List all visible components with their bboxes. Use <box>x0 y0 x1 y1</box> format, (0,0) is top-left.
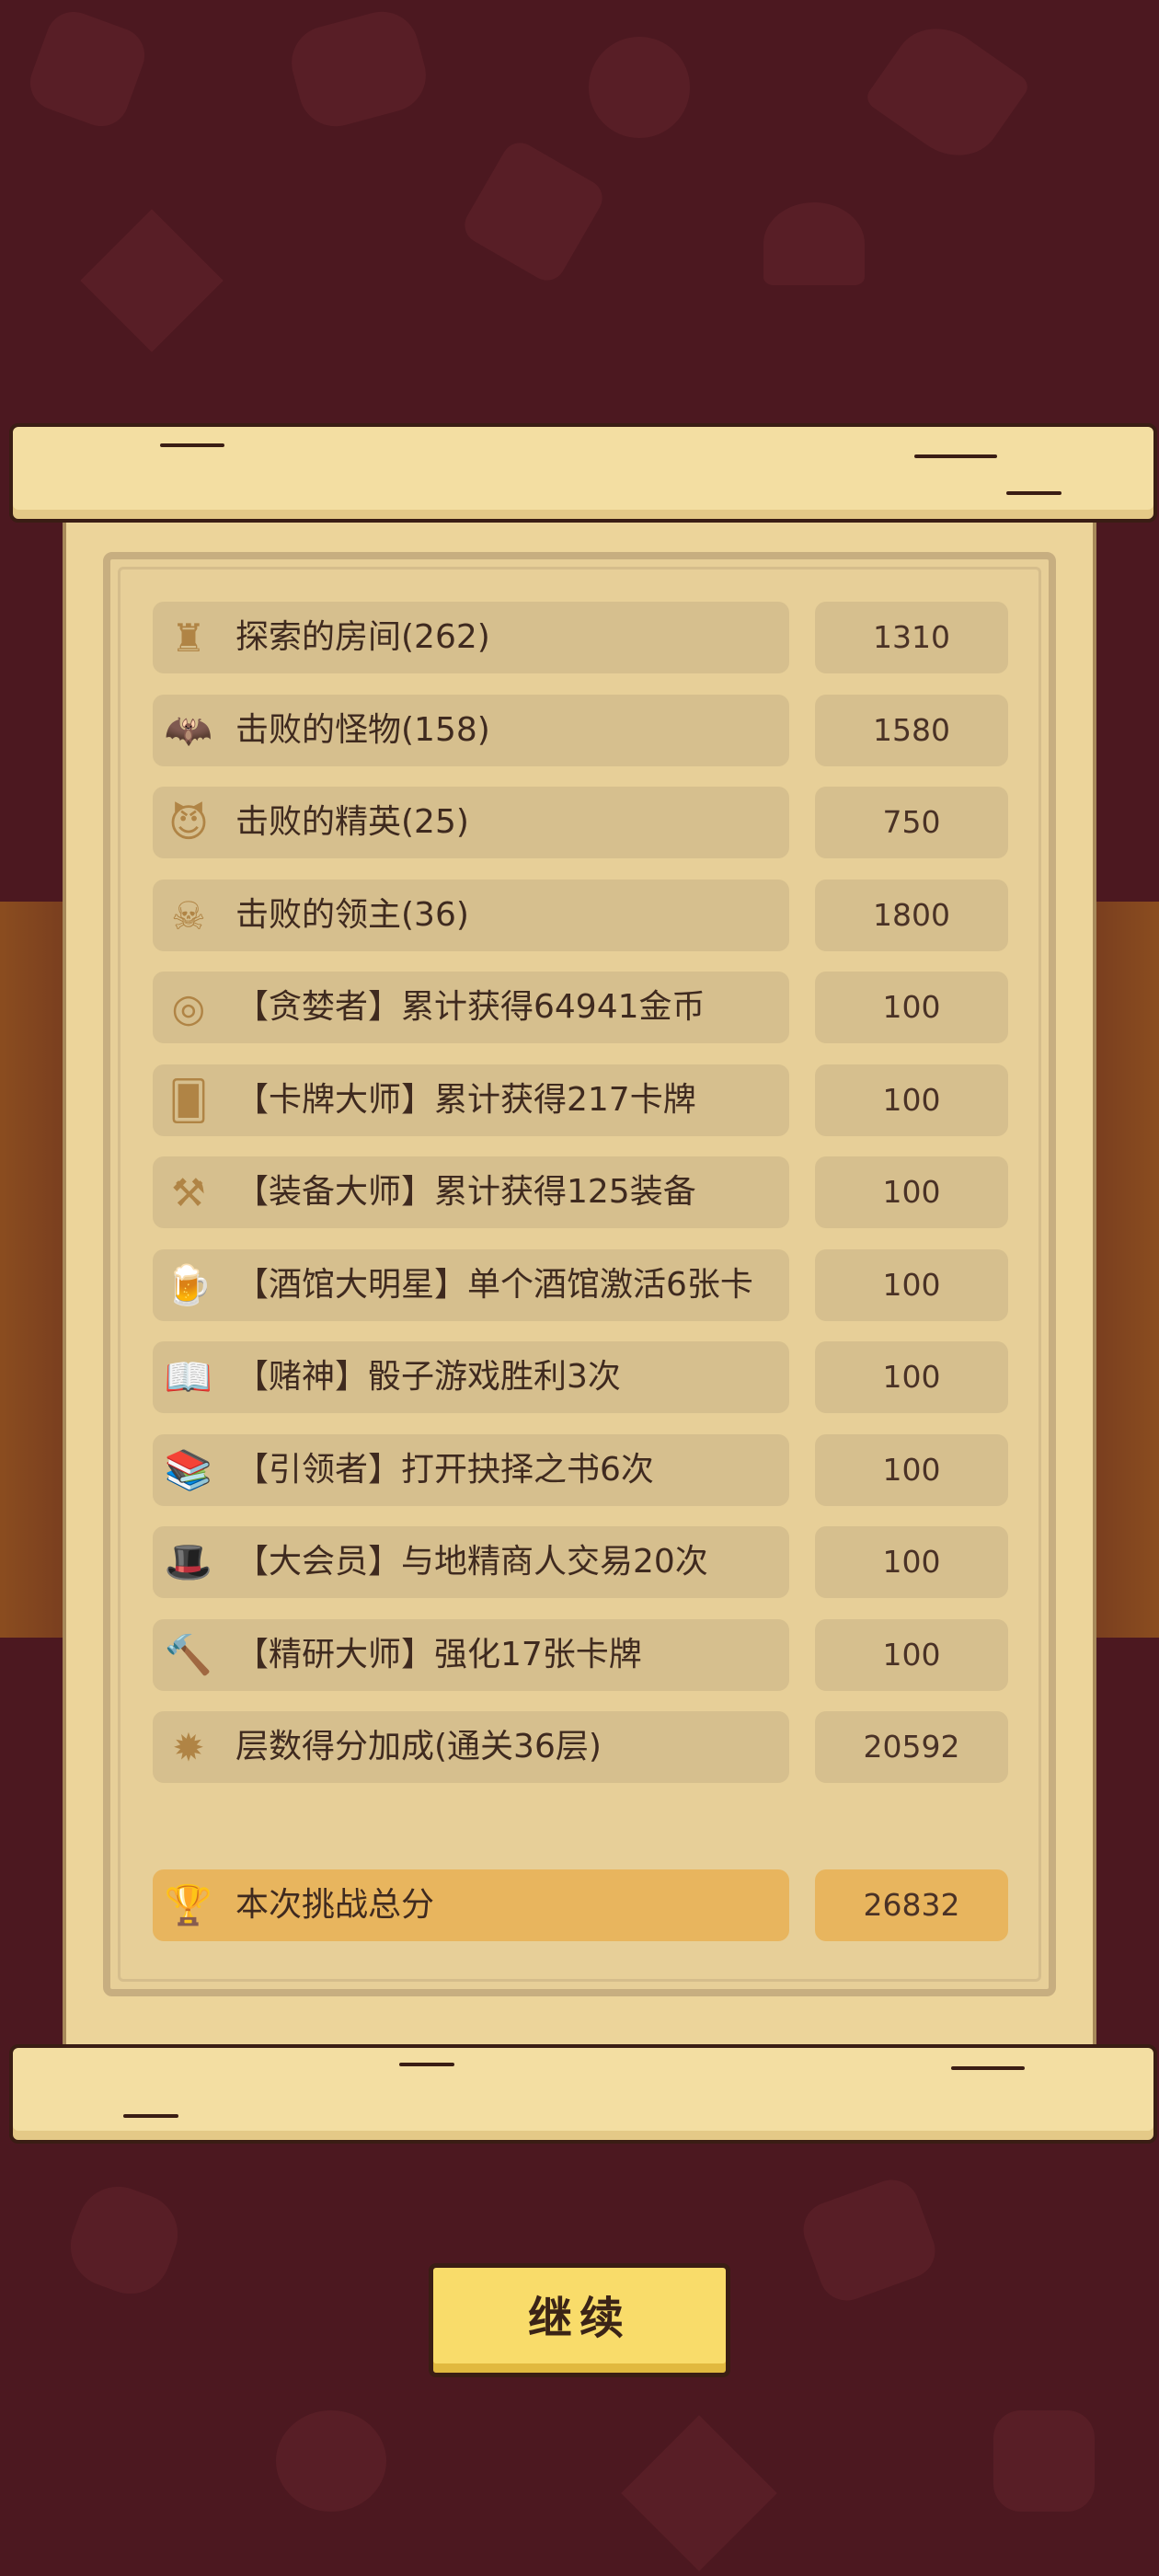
score-row-label: 【酒馆大明星】单个酒馆激活6张卡 <box>235 1266 753 1304</box>
gold-coins-icon: ◎ <box>171 984 206 1030</box>
background-shape <box>458 136 609 287</box>
score-row: ☠ 击败的领主(36) 1800 <box>153 880 1008 951</box>
score-row-label: 【赌神】骰子游戏胜利3次 <box>235 1358 621 1396</box>
floor-badge-icon: ✹ <box>172 1724 205 1770</box>
score-row-value: 100 <box>815 1619 1008 1691</box>
score-row: 🔨 【精研大师】强化17张卡牌 100 <box>153 1619 1008 1691</box>
score-row-value: 1800 <box>815 880 1008 951</box>
beer-mug-icon: 🍺 <box>164 1262 213 1307</box>
score-row-value: 1310 <box>815 602 1008 673</box>
score-row-label: 【贪婪者】累计获得64941金币 <box>235 988 706 1026</box>
score-row-value: 750 <box>815 787 1008 858</box>
background-shape <box>796 2172 943 2308</box>
elite-demon-icon: 😈 <box>168 799 209 845</box>
score-row-value: 20592 <box>815 1711 1008 1783</box>
score-row-value: 100 <box>815 1526 1008 1598</box>
score-row-label: 【精研大师】强化17张卡牌 <box>235 1636 642 1673</box>
score-row: 🎩 【大会员】与地精商人交易20次 100 <box>153 1526 1008 1598</box>
score-row-value: 100 <box>815 1341 1008 1413</box>
score-row-label: 【卡牌大师】累计获得217卡牌 <box>235 1081 696 1119</box>
background-shape <box>276 2410 386 2512</box>
score-row-value: 100 <box>815 1249 1008 1321</box>
scroll-bottom-roll <box>9 2044 1157 2144</box>
score-row-label: 层数得分加成(通关36层) <box>235 1728 602 1765</box>
bat-icon: 🦇 <box>164 707 213 753</box>
continue-button[interactable]: 继续 <box>429 2263 730 2377</box>
background-shape <box>22 4 153 134</box>
score-row: 🂠 【卡牌大师】累计获得217卡牌 100 <box>153 1064 1008 1136</box>
background-shape <box>283 3 434 135</box>
score-row: ♜ 探索的房间(262) 1310 <box>153 602 1008 673</box>
score-row: 📖 【赌神】骰子游戏胜利3次 100 <box>153 1341 1008 1413</box>
background-shape <box>589 37 690 138</box>
trophy-icon: 🏆 <box>164 1882 213 1927</box>
scroll-top-roll <box>9 423 1157 523</box>
open-book-icon: 📖 <box>164 1354 213 1399</box>
background-shape <box>59 2175 189 2306</box>
boss-skull-icon: ☠ <box>171 892 206 938</box>
score-row-label: 【装备大师】累计获得125装备 <box>235 1173 696 1211</box>
score-row: 🍺 【酒馆大明星】单个酒馆激活6张卡 100 <box>153 1249 1008 1321</box>
book-icon: 📚 <box>164 1447 213 1492</box>
score-row: 🦇 击败的怪物(158) 1580 <box>153 695 1008 766</box>
score-row-value: 1580 <box>815 695 1008 766</box>
score-row-label: 击败的怪物(158) <box>235 711 490 749</box>
background-shape <box>80 209 224 352</box>
score-row-label: 击败的精英(25) <box>235 803 469 841</box>
score-row: ◎ 【贪婪者】累计获得64941金币 100 <box>153 972 1008 1043</box>
background-shape <box>621 2415 777 2571</box>
total-score-row: 🏆 本次挑战总分 26832 <box>153 1869 1008 1941</box>
score-row: ⚒ 【装备大师】累计获得125装备 100 <box>153 1156 1008 1228</box>
castle-tower-icon: ♜ <box>171 615 206 661</box>
score-row-value: 100 <box>815 1156 1008 1228</box>
score-row-label: 【引领者】打开抉择之书6次 <box>235 1451 654 1489</box>
equipment-icon: ⚒ <box>171 1169 206 1215</box>
total-score-label: 本次挑战总分 <box>235 1886 435 1924</box>
score-row-value: 100 <box>815 1434 1008 1506</box>
score-row-value: 100 <box>815 972 1008 1043</box>
top-hat-icon: 🎩 <box>164 1539 213 1584</box>
total-score-value: 26832 <box>815 1869 1008 1941</box>
score-row-label: 击败的领主(36) <box>235 896 469 934</box>
background-shape <box>863 9 1032 175</box>
background-shape <box>993 2410 1095 2512</box>
background-shape <box>763 202 865 285</box>
score-row: 😈 击败的精英(25) 750 <box>153 787 1008 858</box>
score-row: ✹ 层数得分加成(通关36层) 20592 <box>153 1711 1008 1783</box>
score-row: 📚 【引领者】打开抉择之书6次 100 <box>153 1434 1008 1506</box>
score-row-value: 100 <box>815 1064 1008 1136</box>
hammer-icon: 🔨 <box>164 1632 213 1677</box>
score-row-label: 探索的房间(262) <box>235 618 490 656</box>
cards-icon: 🂠 <box>168 1077 209 1123</box>
score-row-label: 【大会员】与地精商人交易20次 <box>235 1543 708 1581</box>
